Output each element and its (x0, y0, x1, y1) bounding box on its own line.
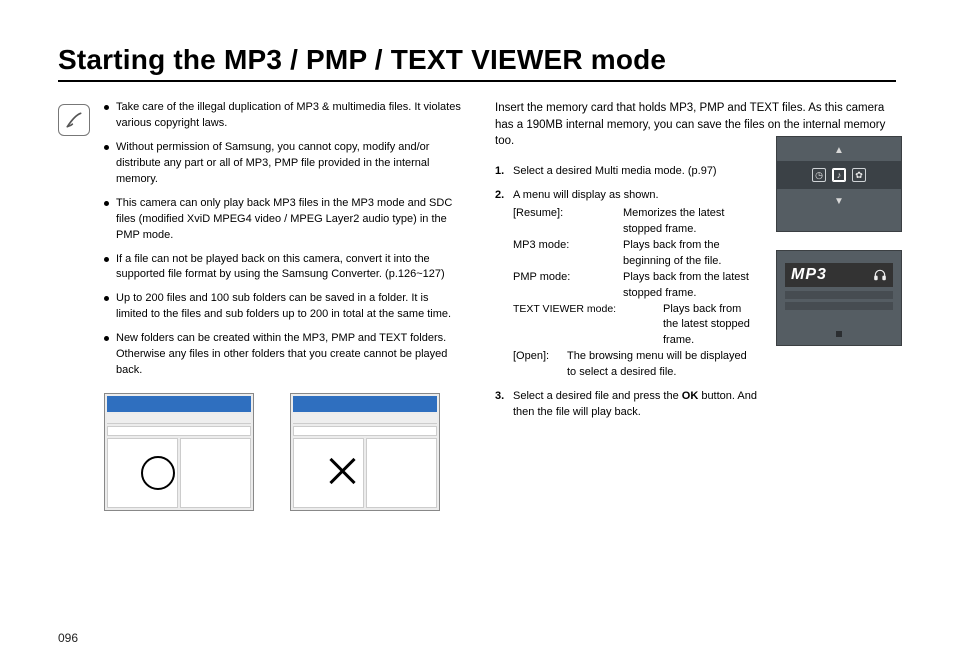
stop-icon (836, 331, 842, 337)
clock-icon: ◷ (812, 168, 826, 182)
music-note-icon: ♪ (832, 168, 846, 182)
note-item: If a file can not be played back on this… (104, 252, 463, 284)
def-term: TEXT VIEWER mode: (513, 302, 663, 350)
page-number: 096 (58, 631, 78, 645)
step-2-lead: A menu will display as shown. (513, 189, 659, 201)
note-item: New folders can be created within the MP… (104, 331, 463, 379)
def-term: [Open]: (513, 349, 567, 381)
film-icon: ✿ (852, 168, 866, 182)
explorer-thumb-ok (104, 393, 254, 511)
camera-screen-mode-select: ▲ ◀ ▶ ▼ ◷ ♪ ✿ (776, 136, 902, 232)
ok-label: OK (682, 390, 699, 402)
chevron-up-icon: ▲ (834, 145, 844, 156)
circle-mark-icon (141, 456, 175, 490)
def-desc: Plays back from the latest stopped frame… (623, 270, 758, 302)
def-term: PMP mode: (513, 270, 623, 302)
note-icon (58, 104, 90, 136)
step-3-text-a: Select a desired file and press the (513, 390, 682, 402)
def-desc: Plays back from the latest stopped frame… (663, 302, 758, 350)
chevron-down-icon: ▼ (834, 196, 844, 207)
cross-mark-icon (327, 456, 357, 486)
note-item: This camera can only play back MP3 files… (104, 196, 463, 244)
note-bullets: Take care of the illegal duplication of … (104, 100, 463, 379)
page-title: Starting the MP3 / PMP / TEXT VIEWER mod… (58, 44, 896, 82)
note-item: Without permission of Samsung, you canno… (104, 140, 463, 188)
mp3-label: MP3 (791, 266, 827, 284)
explorer-thumb-bad (290, 393, 440, 511)
def-desc: Memorizes the latest stopped frame. (623, 206, 758, 238)
camera-screen-mp3: MP3 (776, 250, 902, 346)
def-term: MP3 mode: (513, 238, 623, 270)
def-term: [Resume]: (513, 206, 623, 238)
explorer-thumbnails (104, 393, 463, 511)
step-3: 3. Select a desired file and press the O… (495, 389, 896, 421)
step-1-text: Select a desired Multi media mode. (p.97… (513, 165, 717, 177)
headphones-icon (873, 268, 887, 282)
def-desc: Plays back from the beginning of the fil… (623, 238, 758, 270)
def-desc: The browsing menu will be displayed to s… (567, 349, 758, 381)
note-item: Take care of the illegal duplication of … (104, 100, 463, 132)
note-item: Up to 200 files and 100 sub folders can … (104, 291, 463, 323)
